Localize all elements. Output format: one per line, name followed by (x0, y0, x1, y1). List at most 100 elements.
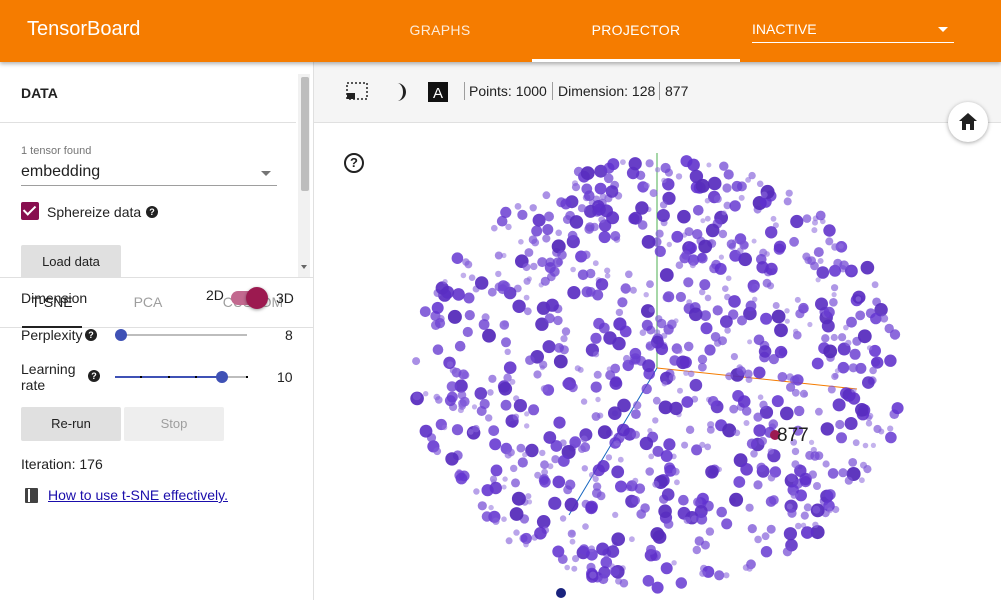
data-point[interactable] (681, 250, 691, 260)
data-point[interactable] (604, 273, 611, 279)
data-point[interactable] (419, 424, 433, 438)
data-point[interactable] (794, 296, 801, 303)
data-point[interactable] (560, 198, 572, 210)
data-point[interactable] (620, 159, 626, 165)
help-icon[interactable]: ? (88, 370, 100, 382)
data-point[interactable] (461, 371, 470, 379)
data-point[interactable] (801, 526, 814, 539)
data-point[interactable] (729, 492, 744, 507)
data-point[interactable] (567, 230, 578, 241)
data-point[interactable] (723, 572, 730, 579)
data-point[interactable] (458, 402, 466, 410)
data-point[interactable] (683, 370, 689, 376)
data-point[interactable] (860, 260, 875, 275)
data-point[interactable] (533, 370, 542, 379)
data-point[interactable] (580, 398, 588, 405)
data-point[interactable] (822, 460, 830, 468)
data-point[interactable] (559, 439, 567, 447)
data-point[interactable] (823, 344, 838, 359)
data-point[interactable] (580, 166, 595, 180)
data-point[interactable] (524, 423, 530, 429)
data-point[interactable] (513, 399, 527, 413)
data-point[interactable] (509, 507, 524, 521)
data-point[interactable] (445, 452, 459, 466)
data-point[interactable] (504, 348, 511, 355)
data-point[interactable] (412, 357, 421, 366)
data-point[interactable] (746, 565, 753, 572)
data-point[interactable] (423, 391, 429, 397)
data-point[interactable] (774, 345, 788, 359)
data-point[interactable] (505, 223, 512, 231)
data-point[interactable] (460, 272, 467, 279)
data-point[interactable] (731, 180, 743, 192)
data-point[interactable] (660, 162, 671, 174)
data-point[interactable] (505, 537, 513, 545)
data-point[interactable] (753, 480, 763, 490)
data-point[interactable] (742, 406, 752, 416)
data-point[interactable] (656, 209, 670, 222)
data-point[interactable] (756, 180, 764, 188)
data-point[interactable] (661, 177, 667, 184)
data-point[interactable] (447, 309, 462, 324)
data-point[interactable] (783, 197, 792, 206)
data-point[interactable] (482, 328, 496, 343)
tsne-help-link[interactable]: How to use t-SNE effectively. (48, 487, 228, 503)
data-point[interactable] (747, 339, 753, 345)
data-point[interactable] (454, 340, 466, 352)
data-point[interactable] (509, 378, 516, 385)
data-point[interactable] (581, 465, 588, 472)
data-point[interactable] (824, 489, 836, 500)
perplexity-slider-knob[interactable] (115, 329, 127, 341)
data-point[interactable] (598, 216, 606, 223)
scrollbar-thumb[interactable] (301, 77, 309, 191)
data-point[interactable] (652, 480, 660, 488)
data-point[interactable] (594, 182, 607, 195)
data-point[interactable] (485, 414, 493, 422)
data-point[interactable] (704, 197, 711, 204)
data-point[interactable] (488, 504, 494, 511)
data-point[interactable] (786, 382, 796, 392)
data-point[interactable] (885, 431, 897, 444)
data-point[interactable] (612, 336, 626, 351)
data-point[interactable] (831, 372, 839, 381)
data-point[interactable] (829, 298, 838, 307)
data-point[interactable] (625, 270, 633, 279)
data-point[interactable] (636, 509, 646, 519)
data-point[interactable] (446, 361, 454, 368)
data-point[interactable] (639, 329, 647, 336)
run-select[interactable]: INACTIVE (752, 18, 954, 43)
data-point[interactable] (479, 398, 490, 410)
data-point[interactable] (705, 223, 720, 238)
data-point[interactable] (474, 387, 488, 400)
data-point[interactable] (541, 468, 548, 476)
data-point[interactable] (724, 327, 731, 334)
data-point[interactable] (457, 390, 467, 400)
data-point[interactable] (646, 280, 654, 288)
data-point[interactable] (767, 448, 775, 455)
data-point[interactable] (557, 250, 567, 260)
data-point[interactable] (697, 252, 708, 264)
data-point[interactable] (751, 238, 757, 244)
data-point[interactable] (707, 176, 722, 191)
data-point[interactable] (786, 503, 793, 510)
data-point[interactable] (712, 305, 723, 316)
data-point[interactable] (811, 227, 818, 234)
data-point[interactable] (639, 436, 654, 451)
data-point[interactable] (672, 467, 680, 476)
data-point[interactable] (553, 354, 568, 369)
data-point[interactable] (604, 267, 611, 274)
data-point[interactable] (790, 214, 804, 229)
data-point[interactable] (686, 299, 693, 305)
data-point[interactable] (663, 324, 674, 335)
data-point[interactable] (501, 516, 507, 522)
data-point[interactable] (605, 185, 619, 198)
data-point[interactable] (880, 314, 889, 323)
data-point[interactable] (719, 161, 729, 171)
data-point[interactable] (714, 570, 725, 581)
data-point[interactable] (512, 299, 526, 313)
data-point[interactable] (783, 527, 797, 541)
data-point[interactable] (544, 313, 555, 324)
data-point[interactable] (500, 206, 512, 218)
data-point[interactable] (823, 224, 836, 237)
data-point[interactable] (567, 286, 581, 300)
